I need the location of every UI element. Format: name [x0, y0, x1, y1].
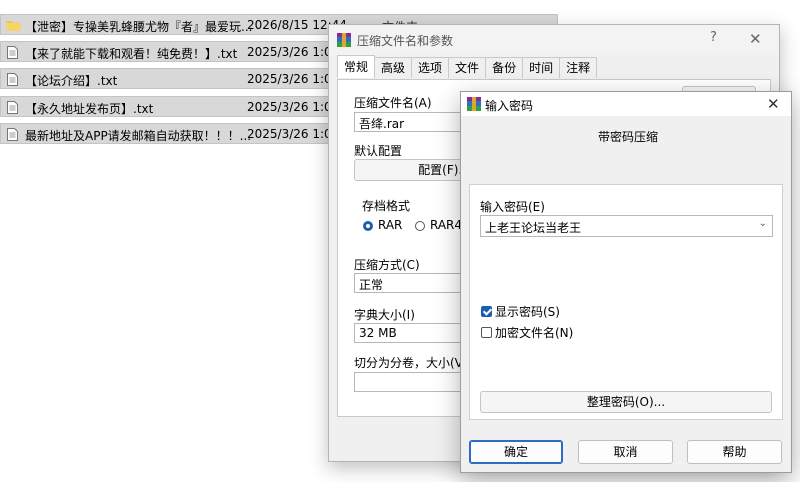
- text-file-icon: [7, 46, 18, 59]
- file-row[interactable]: 【来了就能下载和观看！纯免费！】.txt 2025/3/26 1:07: [0, 41, 339, 62]
- tab-comment[interactable]: 注释: [559, 57, 598, 78]
- text-file-icon: [7, 73, 18, 86]
- file-row[interactable]: 【论坛介绍】.txt 2025/3/26 1:08: [0, 68, 339, 89]
- chevron-down-icon[interactable]: ⌄: [759, 218, 767, 229]
- password-input[interactable]: 上老王论坛当老王 ⌄: [480, 215, 773, 237]
- tab-options[interactable]: 选项: [411, 57, 450, 78]
- password-group: 输入密码(E) 上老王论坛当老王 ⌄ 显示密码(S) 加密文件名(N) 整理密码…: [469, 184, 783, 420]
- winrar-icon: [337, 33, 351, 47]
- rar-label: RAR: [378, 218, 403, 232]
- password-title-bar[interactable]: 输入密码 ✕: [461, 92, 791, 116]
- ok-button[interactable]: 确定: [469, 440, 563, 464]
- file-row[interactable]: 最新地址及APP请发邮箱自动获取！！！... 2025/3/26 1:08: [0, 123, 339, 144]
- help-button[interactable]: 帮助: [687, 440, 782, 464]
- tab-backup[interactable]: 备份: [485, 57, 524, 78]
- text-file-icon: [7, 101, 18, 114]
- tab-advanced[interactable]: 高级: [374, 57, 413, 78]
- dict-size-label: 字典大小(I): [354, 308, 415, 322]
- close-icon[interactable]: ✕: [749, 30, 762, 48]
- password-dialog-title: 输入密码: [485, 99, 534, 113]
- rar-radio[interactable]: [363, 221, 373, 231]
- show-password-checkbox[interactable]: [481, 306, 492, 317]
- method-label: 压缩方式(C): [354, 258, 420, 272]
- file-date: 2025/3/26 1:08: [247, 72, 340, 86]
- password-dialog: 输入密码 ✕ 带密码压缩 输入密码(E) 上老王论坛当老王 ⌄ 显示密码(S) …: [460, 91, 792, 473]
- split-volume-label: 切分为分卷，大小(V): [354, 356, 468, 370]
- tab-files[interactable]: 文件: [448, 57, 487, 78]
- rar4-label: RAR4: [430, 218, 463, 232]
- file-row[interactable]: 【永久地址发布页】.txt 2025/3/26 1:08: [0, 96, 339, 117]
- tab-general[interactable]: 常规: [337, 55, 376, 78]
- password-value: 上老王论坛当老王: [485, 221, 582, 235]
- file-date: 2025/3/26 1:08: [247, 100, 340, 114]
- archive-name-label: 压缩文件名(A): [354, 96, 432, 110]
- default-profile-label: 默认配置: [354, 144, 403, 158]
- file-name: 【泄密】专操美乳蜂腰尤物『者』最爱玩...: [25, 20, 253, 34]
- split-volume-input[interactable]: [354, 372, 474, 392]
- show-password-label: 显示密码(S): [495, 305, 560, 319]
- password-subtitle: 带密码压缩: [598, 130, 659, 144]
- file-date: 2025/3/26 1:08: [247, 127, 340, 141]
- format-group-label: 存档格式: [362, 199, 411, 213]
- file-name: 【永久地址发布页】.txt: [25, 102, 154, 116]
- file-name: 【来了就能下载和观看！纯免费！】.txt: [25, 47, 238, 61]
- help-icon[interactable]: ?: [710, 30, 717, 45]
- folder-icon: [6, 21, 21, 31]
- enter-password-label: 输入密码(E): [480, 200, 545, 214]
- file-name: 【论坛介绍】.txt: [25, 74, 118, 88]
- organize-passwords-button[interactable]: 整理密码(O)...: [480, 391, 772, 413]
- file-date: 2025/3/26 1:07: [247, 45, 340, 59]
- method-select[interactable]: 正常: [354, 273, 474, 293]
- archive-name-input[interactable]: 吾绛.rar: [354, 112, 474, 132]
- window-title: 压缩文件名和参数: [357, 34, 454, 48]
- tab-bar: 常规 高级 选项 文件 备份 时间 注释: [337, 55, 598, 79]
- title-bar[interactable]: 压缩文件名和参数 ? ✕: [329, 25, 779, 55]
- winrar-icon: [467, 97, 481, 111]
- tab-time[interactable]: 时间: [522, 57, 561, 78]
- text-file-icon: [7, 128, 18, 141]
- encrypt-filenames-checkbox[interactable]: [481, 327, 492, 338]
- cancel-button[interactable]: 取消: [578, 440, 673, 464]
- close-icon[interactable]: ✕: [767, 95, 780, 113]
- encrypt-filenames-label: 加密文件名(N): [495, 326, 574, 340]
- dict-size-select[interactable]: 32 MB: [354, 323, 474, 343]
- file-name: 最新地址及APP请发邮箱自动获取！！！...: [25, 129, 252, 143]
- rar4-radio[interactable]: [415, 221, 425, 231]
